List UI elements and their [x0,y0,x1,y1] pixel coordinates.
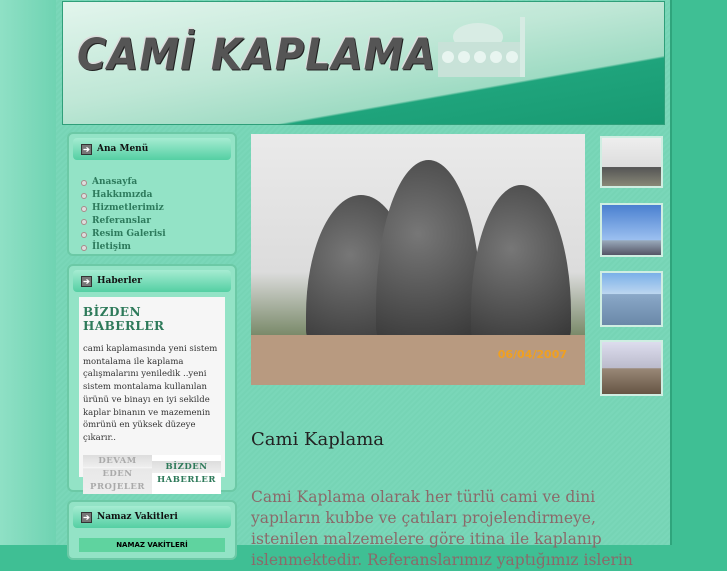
content-title: Cami Kaplama [251,429,385,450]
panel-header: ➔ Haberler [73,270,231,292]
main-menu: Anasayfa Hakkımızda Hizmetlerimiz Refera… [69,164,235,254]
panel-title: Ana Menü [97,144,149,154]
menu-item-hakkimizda[interactable]: Hakkımızda [81,189,235,202]
arrow-right-icon: ➔ [81,143,92,155]
news-box: BİZDEN HABERLER cami kaplamasında yeni s… [79,297,225,494]
menu-item-iletisim[interactable]: İletişim [81,241,235,254]
menu-item-hizmetlerimiz[interactable]: Hizmetlerimiz [81,202,235,215]
page-background [0,0,56,545]
thumbnail-4[interactable] [600,340,663,396]
namaz-vakitleri-box: NAMAZ VAKİTLERİ [79,538,225,552]
arrow-right-icon: ➔ [81,275,92,287]
ana-menu-panel: ➔ Ana Menü Anasayfa Hakkımızda Hizmetleri… [67,132,237,256]
namaz-vakitleri-panel: ➔ Namaz Vakitleri NAMAZ VAKİTLERİ [67,500,237,560]
tab-devam-eden-projeler[interactable]: DEVAM EDEN PROJELER [83,454,152,494]
dome-shape [471,185,571,345]
thumbnail-3[interactable] [600,271,663,327]
site-header-banner: CAMİ KAPLAMA [62,1,665,125]
menu-item-resim-galerisi[interactable]: Resim Galerisi [81,228,235,241]
thumbnail-1[interactable] [600,136,663,188]
content-text: Cami Kaplama olarak her türlü cami ve di… [251,488,633,569]
thumbnail-2[interactable] [600,203,663,257]
main-photo[interactable]: 06/04/2007 [251,134,585,385]
news-tabs: DEVAM EDEN PROJELER BİZDEN HABERLER [83,454,221,494]
panel-title: Haberler [97,276,142,286]
news-title: BİZDEN HABERLER [83,305,165,333]
tab-bizden-haberler[interactable]: BİZDEN HABERLER [152,454,221,494]
arrow-right-icon: ➔ [81,511,92,523]
panel-header: ➔ Ana Menü [73,138,231,160]
menu-item-anasayfa[interactable]: Anasayfa [81,176,235,189]
panel-header: ➔ Namaz Vakitleri [73,506,231,528]
photo-date: 06/04/2007 [497,348,567,361]
news-text: cami kaplamasında yeni sistem montalama … [83,344,218,443]
dome-shape [376,160,481,345]
mosque-illustration [438,17,525,77]
haberler-panel: ➔ Haberler BİZDEN HABERLER cami kaplaması… [67,264,237,494]
panel-title: Namaz Vakitleri [97,512,178,522]
site-logo[interactable]: CAMİ KAPLAMA [77,30,436,81]
menu-item-referanslar[interactable]: Referanslar [81,215,235,228]
